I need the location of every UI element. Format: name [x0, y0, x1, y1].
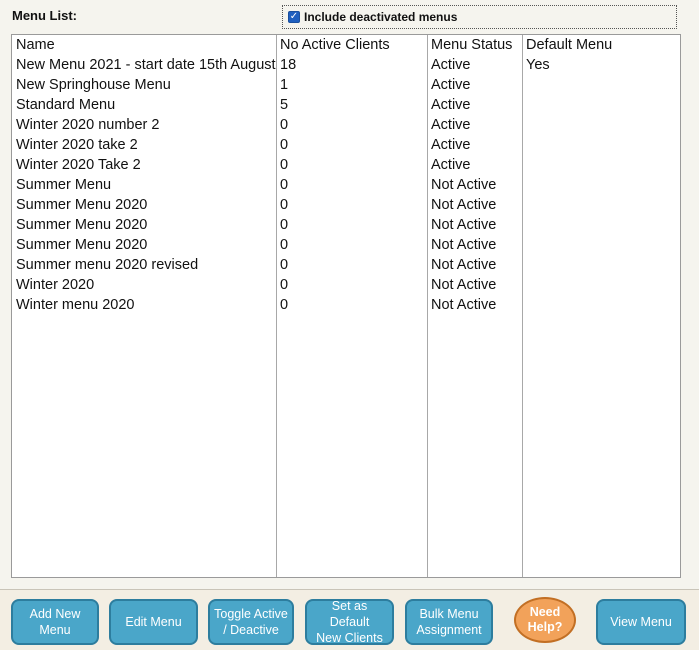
table-row[interactable]: Standard Menu 5 Active	[12, 95, 680, 115]
menu-list-window: Menu List: ✓ Include deactivated menus N…	[0, 0, 699, 650]
edit-menu-button[interactable]: Edit Menu	[109, 599, 198, 645]
cell-active-clients: 0	[280, 157, 289, 173]
add-new-menu-button[interactable]: Add New Menu	[11, 599, 99, 645]
table-row[interactable]: Summer Menu 2020 0 Not Active	[12, 215, 680, 235]
cell-active-clients: 0	[280, 117, 289, 133]
include-deactivated-toggle[interactable]: ✓ Include deactivated menus	[282, 5, 677, 29]
table-row[interactable]: Winter 2020 take 2 0 Active	[12, 135, 680, 155]
cell-name: Summer Menu 2020	[16, 237, 148, 253]
table-row[interactable]: Winter 2020 0 Not Active	[12, 275, 680, 295]
cell-name: Summer menu 2020 revised	[16, 257, 199, 273]
cell-active-clients: 0	[280, 177, 289, 193]
menu-list-table[interactable]: Name No Active Clients Menu Status Defau…	[11, 34, 681, 578]
cell-active-clients: 18	[280, 57, 297, 73]
need-help-button[interactable]: Need Help?	[514, 597, 576, 643]
cell-menu-status: Not Active	[431, 217, 497, 233]
toggle-active-button[interactable]: Toggle Active / Deactive	[208, 599, 294, 645]
cell-name: Summer Menu 2020	[16, 217, 148, 233]
column-header-menu-status[interactable]: Menu Status	[431, 35, 523, 55]
cell-name: Winter 2020 number 2	[16, 117, 160, 133]
cell-menu-status: Active	[431, 77, 471, 93]
cell-menu-status: Active	[431, 117, 471, 133]
cell-active-clients: 0	[280, 257, 289, 273]
cell-menu-status: Not Active	[431, 297, 497, 313]
cell-active-clients: 0	[280, 237, 289, 253]
menu-list-title: Menu List:	[12, 8, 77, 23]
table-header: Name No Active Clients Menu Status Defau…	[12, 35, 680, 55]
view-menu-button[interactable]: View Menu	[596, 599, 686, 645]
table-row[interactable]: Summer Menu 0 Not Active	[12, 175, 680, 195]
table-row[interactable]: New Springhouse Menu 1 Active	[12, 75, 680, 95]
cell-name: Summer Menu 2020	[16, 197, 148, 213]
set-default-button[interactable]: Set as Default New Clients	[305, 599, 394, 645]
cell-menu-status: Active	[431, 97, 471, 113]
cell-active-clients: 0	[280, 197, 289, 213]
cell-menu-status: Not Active	[431, 237, 497, 253]
table-row[interactable]: Summer Menu 2020 0 Not Active	[12, 195, 680, 215]
cell-active-clients: 0	[280, 137, 289, 153]
column-header-active-clients[interactable]: No Active Clients	[280, 35, 428, 55]
cell-active-clients: 0	[280, 297, 289, 313]
cell-menu-status: Not Active	[431, 277, 497, 293]
table-row[interactable]: Summer menu 2020 revised 0 Not Active	[12, 255, 680, 275]
cell-menu-status: Not Active	[431, 197, 497, 213]
include-deactivated-label: Include deactivated menus	[304, 10, 458, 24]
cell-name: New Menu 2021 - start date 15th August 2…	[16, 57, 277, 73]
table-row[interactable]: Winter 2020 number 2 0 Active	[12, 115, 680, 135]
cell-menu-status: Active	[431, 137, 471, 153]
cell-menu-status: Not Active	[431, 177, 497, 193]
column-header-name[interactable]: Name	[16, 35, 277, 55]
cell-name: Winter 2020 take 2	[16, 137, 138, 153]
cell-menu-status: Active	[431, 157, 471, 173]
include-deactivated-checkbox[interactable]: ✓	[288, 11, 300, 23]
cell-name: Winter menu 2020	[16, 297, 135, 313]
cell-name: Winter 2020	[16, 277, 95, 293]
bulk-menu-assignment-button[interactable]: Bulk Menu Assignment	[405, 599, 493, 645]
cell-active-clients: 5	[280, 97, 289, 113]
cell-menu-status: Not Active	[431, 257, 497, 273]
cell-menu-status: Active	[431, 57, 471, 73]
cell-name: New Springhouse Menu	[16, 77, 171, 93]
cell-name: Winter 2020 Take 2	[16, 157, 141, 173]
cell-active-clients: 0	[280, 277, 289, 293]
table-row[interactable]: Winter 2020 Take 2 0 Active	[12, 155, 680, 175]
cell-name: Summer Menu	[16, 177, 112, 193]
column-header-default-menu[interactable]: Default Menu	[526, 35, 676, 55]
table-row[interactable]: Summer Menu 2020 0 Not Active	[12, 235, 680, 255]
table-row[interactable]: Winter menu 2020 0 Not Active	[12, 295, 680, 315]
cell-active-clients: 1	[280, 77, 289, 93]
cell-default-menu: Yes	[526, 57, 550, 73]
cell-name: Standard Menu	[16, 97, 116, 113]
cell-active-clients: 0	[280, 217, 289, 233]
table-row[interactable]: New Menu 2021 - start date 15th August 2…	[12, 55, 680, 75]
